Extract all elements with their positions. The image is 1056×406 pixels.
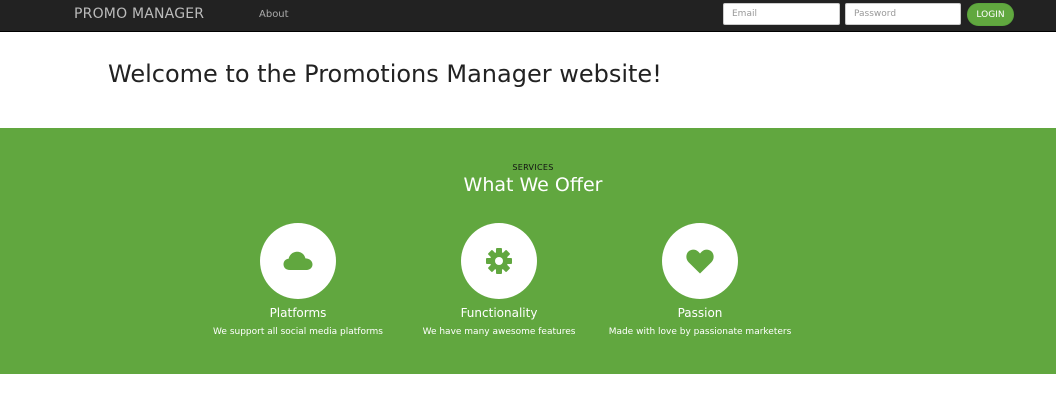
- nav-link-about[interactable]: About: [259, 9, 289, 20]
- feature-icon-circle: [461, 223, 537, 299]
- login-button[interactable]: LOGIN: [967, 3, 1014, 26]
- feature-title: Passion: [677, 306, 723, 320]
- brand-link[interactable]: PROMO MANAGER: [74, 6, 204, 22]
- services-eyebrow: SERVICES: [512, 163, 554, 172]
- cloud-icon: [283, 251, 313, 271]
- top-navbar: PROMO MANAGER About LOGIN: [0, 0, 1056, 32]
- password-field[interactable]: [845, 3, 961, 25]
- email-field[interactable]: [723, 3, 840, 25]
- services-title: What We Offer: [463, 174, 603, 196]
- feature-description: Made with love by passionate marketers: [608, 327, 792, 337]
- gear-icon: [485, 247, 513, 275]
- hero-section: Welcome to the Promotions Manager websit…: [0, 32, 1056, 128]
- feature-passion: Passion Made with love by passionate mar…: [580, 223, 820, 337]
- feature-icon-circle: [260, 223, 336, 299]
- heart-icon: [686, 249, 714, 274]
- services-section: SERVICES What We Offer Platforms We supp…: [0, 128, 1056, 374]
- feature-icon-circle: [662, 223, 738, 299]
- page-footer-area: [0, 374, 1056, 406]
- page-title: Welcome to the Promotions Manager websit…: [108, 60, 662, 88]
